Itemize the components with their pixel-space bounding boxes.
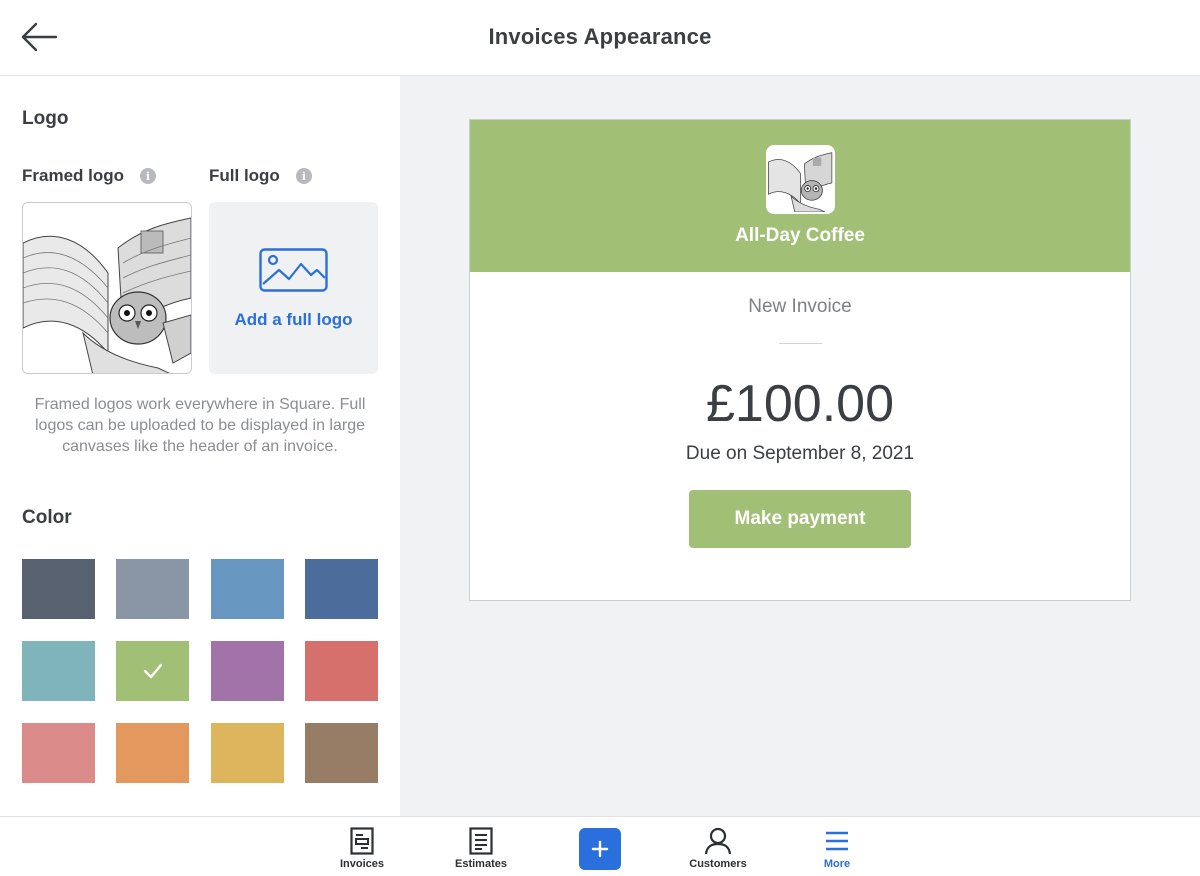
divider	[779, 343, 822, 344]
color-swatch[interactable]	[211, 559, 284, 619]
make-payment-button[interactable]: Make payment	[689, 490, 911, 548]
bottom-tab-bar: Invoices Estimates Customers More	[0, 816, 1200, 876]
framed-logo-label: Framed logo i	[22, 166, 157, 186]
color-swatch[interactable]	[305, 559, 378, 619]
tab-label: More	[823, 858, 851, 870]
add-button[interactable]	[579, 828, 621, 870]
tab-invoices[interactable]: Invoices	[317, 817, 407, 876]
image-icon	[259, 248, 328, 292]
color-swatch[interactable]	[305, 723, 378, 783]
color-swatch[interactable]	[22, 641, 95, 701]
plus-icon	[591, 840, 609, 858]
color-swatch[interactable]	[22, 723, 95, 783]
invoice-header-logo	[766, 145, 835, 214]
add-full-logo-button[interactable]: Add a full logo	[209, 202, 378, 374]
color-swatch[interactable]	[116, 641, 189, 701]
color-swatch[interactable]	[116, 723, 189, 783]
tab-estimates[interactable]: Estimates	[436, 817, 526, 876]
color-swatch[interactable]	[22, 559, 95, 619]
tab-label: Customers	[689, 858, 747, 870]
info-icon[interactable]: i	[295, 168, 312, 184]
tab-label: Estimates	[455, 858, 507, 870]
checkmark-icon	[143, 663, 162, 679]
business-name: All-Day Coffee	[735, 225, 865, 246]
invoice-due-date: Due on September 8, 2021	[685, 443, 915, 464]
tab-more[interactable]: More	[792, 817, 882, 876]
invoice-preview-card: All-Day Coffee New Invoice £100.00 Due o…	[469, 119, 1131, 601]
owl-book-logo-illustration	[768, 147, 833, 212]
tab-label: Invoices	[339, 858, 385, 870]
full-logo-label-text: Full logo	[209, 166, 280, 185]
logo-help-text: Framed logos work everywhere in Square. …	[34, 396, 366, 455]
add-full-logo-label: Add a full logo	[234, 310, 353, 329]
customer-icon	[704, 827, 732, 855]
top-bar: Invoices Appearance	[0, 0, 1200, 76]
color-swatch[interactable]	[305, 641, 378, 701]
invoice-subtitle: New Invoice	[748, 296, 852, 317]
page-title: Invoices Appearance	[488, 24, 712, 49]
framed-logo-label-text: Framed logo	[22, 166, 125, 185]
invoice-icon	[350, 827, 374, 855]
color-section-title: Color	[22, 507, 72, 528]
invoice-amount: £100.00	[706, 375, 894, 433]
owl-book-logo-illustration	[23, 203, 191, 373]
full-logo-label: Full logo i	[209, 166, 312, 186]
tab-customers[interactable]: Customers	[673, 817, 763, 876]
info-icon[interactable]: i	[140, 168, 157, 184]
color-swatch[interactable]	[211, 641, 284, 701]
framed-logo-image[interactable]	[22, 202, 192, 374]
color-swatch[interactable]	[116, 559, 189, 619]
estimate-icon	[469, 827, 493, 855]
color-swatch[interactable]	[211, 723, 284, 783]
menu-icon	[826, 831, 848, 851]
invoice-header-banner: All-Day Coffee	[470, 120, 1130, 272]
invoice-preview-area: All-Day Coffee New Invoice £100.00 Due o…	[400, 76, 1200, 816]
logo-section-title: Logo	[22, 108, 69, 129]
settings-panel: Logo Framed logo i Full logo i Add a ful…	[0, 76, 400, 816]
